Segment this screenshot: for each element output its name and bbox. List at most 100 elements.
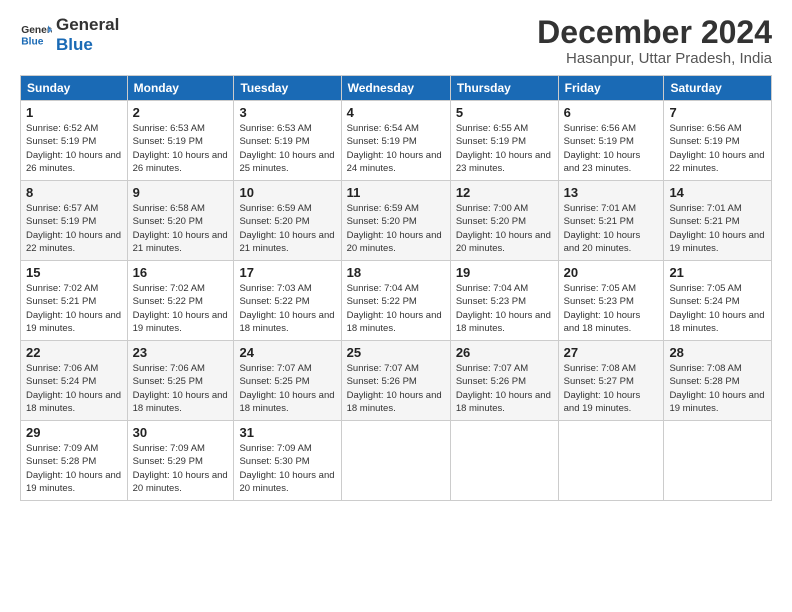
day-info: Sunrise: 7:07 AM Sunset: 5:26 PM Dayligh… — [347, 362, 445, 415]
day-info: Sunrise: 7:09 AM Sunset: 5:30 PM Dayligh… — [239, 442, 335, 495]
day-info: Sunrise: 7:01 AM Sunset: 5:21 PM Dayligh… — [669, 202, 766, 255]
day-number: 28 — [669, 345, 766, 360]
calendar-cell: 11 Sunrise: 6:59 AM Sunset: 5:20 PM Dayl… — [341, 181, 450, 261]
day-number: 14 — [669, 185, 766, 200]
day-number: 16 — [133, 265, 229, 280]
calendar-cell: 25 Sunrise: 7:07 AM Sunset: 5:26 PM Dayl… — [341, 341, 450, 421]
day-number: 17 — [239, 265, 335, 280]
day-info: Sunrise: 7:07 AM Sunset: 5:25 PM Dayligh… — [239, 362, 335, 415]
calendar-cell: 31 Sunrise: 7:09 AM Sunset: 5:30 PM Dayl… — [234, 421, 341, 501]
day-info: Sunrise: 6:56 AM Sunset: 5:19 PM Dayligh… — [669, 122, 766, 175]
day-number: 7 — [669, 105, 766, 120]
calendar-cell: 19 Sunrise: 7:04 AM Sunset: 5:23 PM Dayl… — [450, 261, 558, 341]
calendar-cell: 13 Sunrise: 7:01 AM Sunset: 5:21 PM Dayl… — [558, 181, 664, 261]
day-number: 29 — [26, 425, 122, 440]
svg-text:General: General — [21, 25, 52, 36]
logo: General Blue General Blue — [20, 15, 119, 54]
day-number: 25 — [347, 345, 445, 360]
day-info: Sunrise: 7:08 AM Sunset: 5:28 PM Dayligh… — [669, 362, 766, 415]
calendar-cell: 2 Sunrise: 6:53 AM Sunset: 5:19 PM Dayli… — [127, 101, 234, 181]
main-title: December 2024 — [537, 15, 772, 50]
calendar-cell: 1 Sunrise: 6:52 AM Sunset: 5:19 PM Dayli… — [21, 101, 128, 181]
calendar-week-row: 8 Sunrise: 6:57 AM Sunset: 5:19 PM Dayli… — [21, 181, 772, 261]
day-number: 12 — [456, 185, 553, 200]
calendar-cell: 29 Sunrise: 7:09 AM Sunset: 5:28 PM Dayl… — [21, 421, 128, 501]
day-info: Sunrise: 7:06 AM Sunset: 5:25 PM Dayligh… — [133, 362, 229, 415]
col-saturday: Saturday — [664, 76, 772, 101]
day-info: Sunrise: 6:58 AM Sunset: 5:20 PM Dayligh… — [133, 202, 229, 255]
calendar-cell: 20 Sunrise: 7:05 AM Sunset: 5:23 PM Dayl… — [558, 261, 664, 341]
day-number: 24 — [239, 345, 335, 360]
day-info: Sunrise: 7:05 AM Sunset: 5:23 PM Dayligh… — [564, 282, 659, 335]
logo-icon: General Blue — [20, 19, 52, 51]
header: General Blue General Blue December 2024 … — [20, 15, 772, 67]
day-info: Sunrise: 6:54 AM Sunset: 5:19 PM Dayligh… — [347, 122, 445, 175]
day-info: Sunrise: 7:08 AM Sunset: 5:27 PM Dayligh… — [564, 362, 659, 415]
calendar-cell — [558, 421, 664, 501]
day-info: Sunrise: 6:56 AM Sunset: 5:19 PM Dayligh… — [564, 122, 659, 175]
day-info: Sunrise: 6:52 AM Sunset: 5:19 PM Dayligh… — [26, 122, 122, 175]
calendar-cell: 18 Sunrise: 7:04 AM Sunset: 5:22 PM Dayl… — [341, 261, 450, 341]
day-number: 26 — [456, 345, 553, 360]
calendar-week-row: 29 Sunrise: 7:09 AM Sunset: 5:28 PM Dayl… — [21, 421, 772, 501]
calendar-table: Sunday Monday Tuesday Wednesday Thursday… — [20, 75, 772, 501]
calendar-cell: 17 Sunrise: 7:03 AM Sunset: 5:22 PM Dayl… — [234, 261, 341, 341]
day-info: Sunrise: 7:04 AM Sunset: 5:22 PM Dayligh… — [347, 282, 445, 335]
day-info: Sunrise: 6:57 AM Sunset: 5:19 PM Dayligh… — [26, 202, 122, 255]
col-tuesday: Tuesday — [234, 76, 341, 101]
day-info: Sunrise: 7:02 AM Sunset: 5:21 PM Dayligh… — [26, 282, 122, 335]
calendar-cell: 21 Sunrise: 7:05 AM Sunset: 5:24 PM Dayl… — [664, 261, 772, 341]
day-info: Sunrise: 7:07 AM Sunset: 5:26 PM Dayligh… — [456, 362, 553, 415]
col-friday: Friday — [558, 76, 664, 101]
day-info: Sunrise: 6:59 AM Sunset: 5:20 PM Dayligh… — [347, 202, 445, 255]
day-info: Sunrise: 6:53 AM Sunset: 5:19 PM Dayligh… — [239, 122, 335, 175]
calendar-cell — [450, 421, 558, 501]
day-number: 27 — [564, 345, 659, 360]
day-info: Sunrise: 7:09 AM Sunset: 5:28 PM Dayligh… — [26, 442, 122, 495]
calendar-week-row: 15 Sunrise: 7:02 AM Sunset: 5:21 PM Dayl… — [21, 261, 772, 341]
day-info: Sunrise: 7:04 AM Sunset: 5:23 PM Dayligh… — [456, 282, 553, 335]
calendar-cell: 7 Sunrise: 6:56 AM Sunset: 5:19 PM Dayli… — [664, 101, 772, 181]
day-number: 31 — [239, 425, 335, 440]
col-wednesday: Wednesday — [341, 76, 450, 101]
svg-text:Blue: Blue — [21, 36, 43, 47]
day-number: 2 — [133, 105, 229, 120]
day-info: Sunrise: 6:59 AM Sunset: 5:20 PM Dayligh… — [239, 202, 335, 255]
calendar-cell: 12 Sunrise: 7:00 AM Sunset: 5:20 PM Dayl… — [450, 181, 558, 261]
col-sunday: Sunday — [21, 76, 128, 101]
calendar-cell: 8 Sunrise: 6:57 AM Sunset: 5:19 PM Dayli… — [21, 181, 128, 261]
day-number: 3 — [239, 105, 335, 120]
day-number: 5 — [456, 105, 553, 120]
day-number: 4 — [347, 105, 445, 120]
calendar-header-row: Sunday Monday Tuesday Wednesday Thursday… — [21, 76, 772, 101]
title-area: December 2024 Hasanpur, Uttar Pradesh, I… — [537, 15, 772, 67]
calendar-cell: 9 Sunrise: 6:58 AM Sunset: 5:20 PM Dayli… — [127, 181, 234, 261]
day-info: Sunrise: 7:03 AM Sunset: 5:22 PM Dayligh… — [239, 282, 335, 335]
calendar-week-row: 1 Sunrise: 6:52 AM Sunset: 5:19 PM Dayli… — [21, 101, 772, 181]
calendar-cell: 22 Sunrise: 7:06 AM Sunset: 5:24 PM Dayl… — [21, 341, 128, 421]
day-number: 23 — [133, 345, 229, 360]
day-number: 21 — [669, 265, 766, 280]
day-number: 1 — [26, 105, 122, 120]
day-number: 9 — [133, 185, 229, 200]
calendar-week-row: 22 Sunrise: 7:06 AM Sunset: 5:24 PM Dayl… — [21, 341, 772, 421]
day-number: 30 — [133, 425, 229, 440]
day-info: Sunrise: 7:01 AM Sunset: 5:21 PM Dayligh… — [564, 202, 659, 255]
day-number: 19 — [456, 265, 553, 280]
calendar-cell: 30 Sunrise: 7:09 AM Sunset: 5:29 PM Dayl… — [127, 421, 234, 501]
calendar-cell: 26 Sunrise: 7:07 AM Sunset: 5:26 PM Dayl… — [450, 341, 558, 421]
day-info: Sunrise: 7:06 AM Sunset: 5:24 PM Dayligh… — [26, 362, 122, 415]
calendar-cell — [664, 421, 772, 501]
day-info: Sunrise: 7:02 AM Sunset: 5:22 PM Dayligh… — [133, 282, 229, 335]
day-info: Sunrise: 7:00 AM Sunset: 5:20 PM Dayligh… — [456, 202, 553, 255]
calendar-cell: 24 Sunrise: 7:07 AM Sunset: 5:25 PM Dayl… — [234, 341, 341, 421]
col-monday: Monday — [127, 76, 234, 101]
logo-blue: Blue — [56, 35, 119, 55]
col-thursday: Thursday — [450, 76, 558, 101]
calendar-cell: 5 Sunrise: 6:55 AM Sunset: 5:19 PM Dayli… — [450, 101, 558, 181]
day-number: 8 — [26, 185, 122, 200]
calendar-cell: 23 Sunrise: 7:06 AM Sunset: 5:25 PM Dayl… — [127, 341, 234, 421]
calendar-cell: 14 Sunrise: 7:01 AM Sunset: 5:21 PM Dayl… — [664, 181, 772, 261]
calendar-cell: 6 Sunrise: 6:56 AM Sunset: 5:19 PM Dayli… — [558, 101, 664, 181]
day-number: 13 — [564, 185, 659, 200]
